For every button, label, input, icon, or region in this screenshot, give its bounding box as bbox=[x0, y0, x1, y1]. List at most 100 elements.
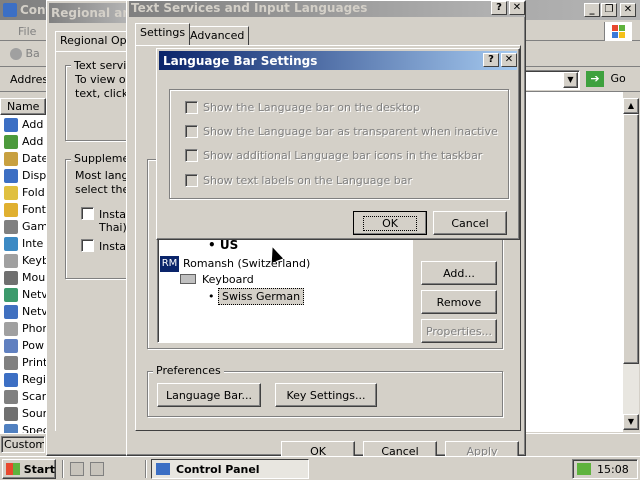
close-icon[interactable]: ✕ bbox=[620, 3, 636, 17]
list-item-label: Date bbox=[22, 152, 46, 165]
scroll-thumb[interactable] bbox=[623, 114, 639, 364]
go-button[interactable]: ➔ Go bbox=[586, 71, 626, 87]
windows-flag-icon bbox=[6, 463, 20, 475]
show-on-desktop-checkbox[interactable] bbox=[185, 101, 198, 114]
list-item[interactable]: Fold bbox=[4, 184, 45, 201]
list-item[interactable]: Scar bbox=[4, 388, 46, 405]
menu-file[interactable]: File bbox=[18, 25, 36, 38]
chevron-down-icon[interactable]: ▼ bbox=[563, 72, 578, 88]
applet-icon bbox=[4, 270, 18, 285]
list-item[interactable]: Inte bbox=[4, 235, 43, 252]
quick-launch-icon[interactable] bbox=[70, 462, 84, 476]
list-item[interactable]: Keyb bbox=[4, 252, 46, 269]
applet-icon bbox=[4, 151, 18, 166]
list-item[interactable]: Add bbox=[4, 116, 43, 133]
additional-icons-label: Show additional Language bar icons in th… bbox=[203, 149, 483, 162]
list-item[interactable]: Disp bbox=[4, 167, 46, 184]
content-pane bbox=[520, 92, 623, 432]
applet-icon bbox=[4, 355, 18, 370]
scroll-up-icon[interactable]: ▲ bbox=[623, 98, 639, 114]
go-arrow-icon: ➔ bbox=[586, 71, 604, 87]
layout-swiss-german[interactable]: Swiss German bbox=[218, 288, 305, 305]
list-item[interactable]: Phor bbox=[4, 320, 46, 337]
network-tray-icon[interactable] bbox=[577, 463, 591, 475]
quick-launch-icon-2[interactable] bbox=[90, 462, 104, 476]
tab-settings[interactable]: Settings bbox=[135, 23, 191, 45]
list-item[interactable]: Font bbox=[4, 201, 46, 218]
language-bar-settings-dialog: Language Bar Settings ? ✕ Show the Langu… bbox=[156, 48, 520, 240]
language-romansh[interactable]: Romansh (Switzerland) bbox=[183, 257, 310, 270]
list-item[interactable]: Add bbox=[4, 133, 43, 150]
applet-icon bbox=[4, 406, 18, 421]
language-badge: RM bbox=[160, 256, 179, 272]
help-icon[interactable]: ? bbox=[491, 1, 507, 15]
show-on-desktop-label: Show the Language bar on the desktop bbox=[203, 101, 420, 114]
list-item[interactable]: Spec bbox=[4, 422, 46, 433]
system-tray: 15:08 bbox=[572, 459, 638, 479]
preferences-group-title: Preferences bbox=[153, 364, 224, 377]
supplemental-group-title: Suppleme bbox=[71, 152, 133, 165]
list-item[interactable]: Sour bbox=[4, 405, 46, 422]
column-header-name[interactable]: Name bbox=[0, 98, 46, 115]
list-item[interactable]: Netv bbox=[4, 286, 46, 303]
close-icon[interactable]: ✕ bbox=[509, 1, 525, 15]
clock[interactable]: 15:08 bbox=[597, 463, 629, 476]
applet-icon bbox=[4, 389, 18, 404]
list-item[interactable]: Mou bbox=[4, 269, 45, 286]
list-item[interactable]: Netv bbox=[4, 303, 46, 320]
language-bar-cancel-button[interactable]: Cancel bbox=[433, 211, 507, 235]
applet-icon bbox=[4, 117, 18, 132]
applet-icon bbox=[4, 253, 18, 268]
key-settings-button[interactable]: Key Settings... bbox=[275, 383, 377, 407]
install-complex-script-checkbox[interactable] bbox=[81, 207, 94, 220]
list-item-label: Font bbox=[22, 203, 46, 216]
list-item-label: Inte bbox=[22, 237, 44, 250]
close-icon[interactable]: ✕ bbox=[501, 53, 517, 67]
install-complex-script-label-2: Thai) bbox=[99, 221, 127, 234]
list-item-label: Netv bbox=[22, 288, 46, 301]
text-labels-checkbox[interactable] bbox=[185, 174, 198, 187]
language-bar-button[interactable]: Language Bar... bbox=[157, 383, 261, 407]
add-button[interactable]: Add... bbox=[421, 261, 497, 285]
list-item[interactable]: Pow bbox=[4, 337, 44, 354]
regional-options-window: Regional and Regional Opt Text servic To… bbox=[46, 0, 140, 456]
list-item[interactable]: Print bbox=[4, 354, 46, 371]
list-item[interactable]: Gam bbox=[4, 218, 46, 235]
applet-icon bbox=[4, 236, 18, 251]
additional-icons-checkbox[interactable] bbox=[185, 149, 198, 162]
properties-button[interactable]: Properties... bbox=[421, 319, 497, 343]
tab-regional-options[interactable]: Regional Opt bbox=[55, 31, 131, 51]
list-item[interactable]: Regi bbox=[4, 371, 46, 388]
address-input[interactable]: ▼ bbox=[520, 70, 580, 90]
text-services-titlebar[interactable]: Text Services and Input Languages ? ✕ bbox=[129, 1, 525, 17]
language-bar-ok-button[interactable]: OK bbox=[353, 211, 427, 235]
remove-button[interactable]: Remove bbox=[421, 290, 497, 314]
language-bar-titlebar[interactable]: Language Bar Settings ? ✕ bbox=[159, 51, 517, 70]
list-item-label: Add bbox=[22, 118, 44, 131]
list-item[interactable]: Date bbox=[4, 150, 46, 167]
tab-advanced[interactable]: Advanced bbox=[185, 26, 250, 45]
text-labels-label: Show text labels on the Language bar bbox=[203, 174, 412, 187]
transparent-when-inactive-checkbox[interactable] bbox=[185, 125, 198, 138]
back-button[interactable]: Ba bbox=[10, 47, 40, 60]
scroll-down-icon[interactable]: ▼ bbox=[623, 414, 639, 430]
back-arrow-icon bbox=[10, 48, 22, 60]
list-item-label: Spec bbox=[22, 424, 46, 433]
minimize-icon[interactable]: _ bbox=[584, 3, 600, 17]
maximize-icon[interactable]: ❐ bbox=[601, 3, 617, 17]
list-item-label: Keyb bbox=[22, 254, 46, 267]
installed-services-list[interactable]: • US RM Romansh (Switzerland) Keyboard •… bbox=[157, 233, 413, 343]
taskbar-task-control-panel[interactable]: Control Panel bbox=[151, 459, 309, 479]
vertical-scrollbar[interactable]: ▲ ▼ bbox=[623, 98, 639, 430]
taskbar-separator-2 bbox=[145, 460, 147, 478]
applet-icon bbox=[4, 321, 18, 336]
regional-titlebar[interactable]: Regional and bbox=[49, 3, 140, 23]
windows-logo-icon bbox=[604, 22, 632, 41]
start-button[interactable]: Start bbox=[2, 459, 56, 479]
list-item-label: Scar bbox=[22, 390, 46, 403]
list-item-label: Mou bbox=[22, 271, 46, 284]
help-icon[interactable]: ? bbox=[483, 53, 499, 67]
list-item-label: Print bbox=[22, 356, 46, 369]
transparent-when-inactive-label: Show the Language bar as transparent whe… bbox=[203, 125, 498, 138]
install-east-asian-checkbox[interactable] bbox=[81, 239, 94, 252]
